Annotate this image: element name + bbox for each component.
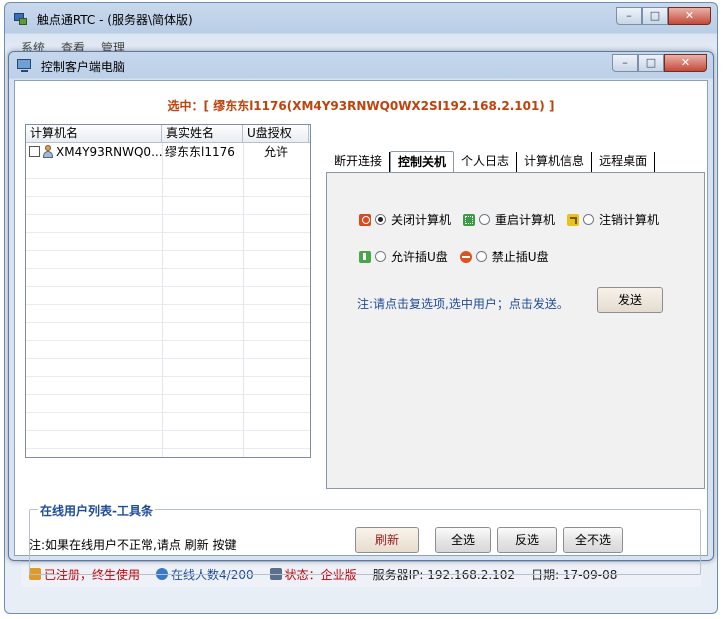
send-button[interactable]: 发送 <box>597 287 663 313</box>
list-header: 计算机名 真实姓名 U盘授权 <box>26 125 310 143</box>
column-header-name[interactable]: 真实姓名 <box>162 125 243 143</box>
dialog-maximize-button[interactable]: □ <box>638 54 664 72</box>
deny-usb-radio[interactable] <box>475 251 487 262</box>
invert-selection-button[interactable]: 反选 <box>497 527 557 553</box>
control-note: 注:请点击复选项,选中用户；点击发送。 <box>357 297 569 311</box>
option-allow-usb[interactable]: 允许插U盘 <box>359 248 448 265</box>
row-checkbox[interactable] <box>29 146 40 157</box>
usb-icon <box>359 250 371 263</box>
main-window-title-bar: 触点通RTC - (服务器\简体版) <box>13 11 193 29</box>
dialog-close-button[interactable]: ✕ <box>664 54 707 72</box>
logout-radio[interactable] <box>583 214 595 225</box>
no-entry-icon <box>459 250 472 263</box>
tab-personal-log[interactable]: 个人日志 <box>454 152 518 172</box>
tab-computer-info[interactable]: 计算机信息 <box>517 152 593 172</box>
dialog-title: 控制客户端电脑 <box>40 60 125 74</box>
dialog-minimize-button[interactable]: – <box>612 54 638 72</box>
column-divider <box>243 143 244 457</box>
control-shutdown-panel: 关闭计算机 重启计算机 注销计算机 允许插U盘 禁止插U盘 注:请点击复选项,选… <box>326 172 705 489</box>
control-client-dialog: 控制客户端电脑 – □ ✕ 选中：[ 缪东东l1176(XM4Y93RNWQ0W… <box>8 51 714 575</box>
computer-icon <box>17 59 33 73</box>
logout-icon <box>567 213 580 226</box>
option-logout[interactable]: 注销计算机 <box>567 211 659 228</box>
dialog-client-area: 选中：[ 缪东东l1176(XM4Y93RNWQ0WX2SI192.168.2.… <box>14 80 708 575</box>
cell-computer: XM4Y93RNWQ0... <box>26 143 162 161</box>
minimize-button[interactable]: – <box>616 7 642 25</box>
usb-options-row: 允许插U盘 禁止插U盘 <box>359 248 561 265</box>
main-caption-buttons: – □ ✕ <box>616 7 711 25</box>
shutdown-radio[interactable] <box>375 214 386 225</box>
tab-remote-desktop[interactable]: 远程桌面 <box>592 152 656 172</box>
restart-radio[interactable] <box>479 214 491 225</box>
select-all-button[interactable]: 全选 <box>435 527 491 553</box>
tab-control-shutdown[interactable]: 控制关机 <box>390 151 455 173</box>
restart-icon <box>463 213 476 226</box>
power-icon <box>359 213 371 226</box>
power-options-row: 关闭计算机 重启计算机 注销计算机 <box>359 211 671 228</box>
column-divider <box>162 143 163 457</box>
table-row[interactable]: XM4Y93RNWQ0... 缪东东l1176 允许 <box>26 143 310 161</box>
computer-list[interactable]: 计算机名 真实姓名 U盘授权 XM4Y93RNWQ0... 缪东东l1176 允… <box>25 124 311 458</box>
list-body: XM4Y93RNWQ0... 缪东东l1176 允许 <box>26 143 310 457</box>
option-restart[interactable]: 重启计算机 <box>463 211 555 228</box>
refresh-hint: 注:如果在线用户不正常,请点 刷新 按键 <box>29 538 237 552</box>
dialog-title-bar: 控制客户端电脑 <box>17 58 125 76</box>
cell-usb: 允许 <box>263 145 288 159</box>
main-window-title: 触点通RTC - (服务器\简体版) <box>36 13 193 27</box>
refresh-button[interactable]: 刷新 <box>355 527 419 553</box>
column-header-usb[interactable]: U盘授权 <box>243 125 309 143</box>
column-header-computer[interactable]: 计算机名 <box>26 125 162 143</box>
dialog-caption-buttons: – □ ✕ <box>612 54 707 72</box>
app-icon <box>13 11 29 27</box>
close-button[interactable]: ✕ <box>668 7 711 25</box>
toolbar-group-title: 在线用户列表-工具条 <box>38 502 155 519</box>
tab-disconnect[interactable]: 断开连接 <box>327 152 391 172</box>
user-icon <box>42 145 54 158</box>
tab-bar: 断开连接 控制关机 个人日志 计算机信息 远程桌面 <box>327 151 656 173</box>
maximize-button[interactable]: □ <box>642 7 668 25</box>
option-deny-usb[interactable]: 禁止插U盘 <box>459 248 549 265</box>
allow-usb-radio[interactable] <box>375 251 386 262</box>
option-shutdown[interactable]: 关闭计算机 <box>359 211 451 228</box>
cell-name: 缪东东l1176 <box>165 145 235 159</box>
selected-user-label: 选中：[ 缪东东l1176(XM4Y93RNWQ0WX2SI192.168.2.… <box>167 99 555 113</box>
select-none-button[interactable]: 全不选 <box>563 527 623 553</box>
